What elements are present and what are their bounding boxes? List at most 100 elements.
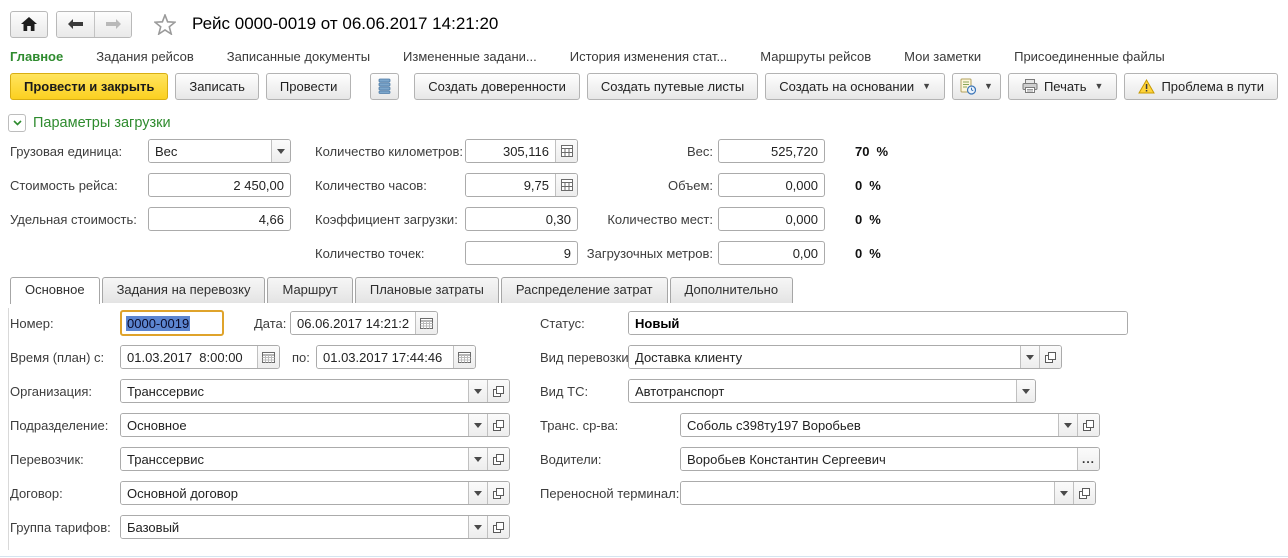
terminal-input[interactable]: [681, 482, 1054, 504]
tariff-group-dropdown-button[interactable]: [468, 516, 487, 538]
chevron-down-icon: [474, 525, 482, 530]
home-button[interactable]: [10, 11, 48, 38]
load-meters-input[interactable]: [718, 241, 825, 265]
weight-input[interactable]: [718, 139, 825, 163]
contract-dropdown-button[interactable]: [468, 482, 487, 504]
kilometers-input[interactable]: [466, 140, 555, 162]
drivers-input[interactable]: [681, 448, 1077, 470]
tariff-group-label: Группа тарифов:: [10, 520, 120, 535]
time-from-input[interactable]: [121, 346, 257, 368]
reminder-button[interactable]: ▼: [952, 73, 1001, 100]
tab-main[interactable]: Основное: [10, 277, 100, 304]
problem-on-route-button[interactable]: Проблема в пути: [1124, 73, 1278, 100]
form-row: Подразделение:: [10, 408, 530, 442]
post-and-close-button[interactable]: Провести и закрыть: [10, 73, 168, 100]
back-button[interactable]: [57, 12, 94, 37]
create-waybills-button[interactable]: Создать путевые листы: [587, 73, 758, 100]
tariff-group-input[interactable]: [121, 516, 468, 538]
carrier-input[interactable]: [121, 448, 468, 470]
vehicles-open-button[interactable]: [1077, 414, 1099, 436]
cargo-unit-dropdown-button[interactable]: [271, 140, 290, 162]
tab-additional[interactable]: Дополнительно: [670, 277, 794, 303]
load-factor-input[interactable]: [465, 207, 578, 231]
time-to-calendar-button[interactable]: [453, 346, 475, 368]
transport-kind-input[interactable]: [629, 346, 1020, 368]
time-to-input[interactable]: [317, 346, 453, 368]
document-movements-button[interactable]: [370, 73, 399, 100]
drivers-select-button[interactable]: ...: [1077, 448, 1099, 470]
terminal-open-button[interactable]: [1073, 482, 1095, 504]
kilometers-calc-button[interactable]: [555, 140, 577, 162]
department-open-button[interactable]: [487, 414, 509, 436]
open-in-window-icon: [1083, 420, 1094, 431]
tariff-group-open-button[interactable]: [487, 516, 509, 538]
carrier-dropdown-button[interactable]: [468, 448, 487, 470]
organization-input[interactable]: [121, 380, 468, 402]
print-button[interactable]: Печать ▼: [1008, 73, 1118, 100]
hours-group: [465, 173, 578, 197]
form-row: Время (план) с: по:: [10, 340, 530, 374]
hours-input[interactable]: [466, 174, 555, 196]
number-selected-text: 0000-0019: [126, 316, 190, 331]
form-row: Группа тарифов:: [10, 510, 530, 544]
number-input[interactable]: 0000-0019: [120, 310, 224, 336]
terminal-dropdown-button[interactable]: [1054, 482, 1073, 504]
tab-cost-allocation[interactable]: Распределение затрат: [501, 277, 668, 303]
post-button[interactable]: Провести: [266, 73, 352, 100]
contract-input[interactable]: [121, 482, 468, 504]
printer-icon: [1022, 79, 1038, 93]
params-row: Стоимость рейса: Количество часов: Объем…: [0, 168, 1288, 202]
collapse-section-button[interactable]: [8, 114, 26, 132]
page-title: Рейс 0000-0019 от 06.06.2017 14:21:20: [192, 14, 498, 34]
favorite-button[interactable]: [154, 14, 176, 35]
menu-item-changed-tasks[interactable]: Измененные задани...: [403, 49, 537, 64]
vehicle-type-label: Вид ТС:: [540, 384, 628, 399]
points-input[interactable]: [465, 241, 578, 265]
menu-item-my-notes[interactable]: Мои заметки: [904, 49, 981, 64]
home-icon: [21, 17, 37, 31]
carrier-label: Перевозчик:: [10, 452, 120, 467]
vehicles-dropdown-button[interactable]: [1058, 414, 1077, 436]
form-row: Вид перевозки:: [540, 340, 1280, 374]
menu-item-main[interactable]: Главное: [10, 49, 63, 64]
time-from-calendar-button[interactable]: [257, 346, 279, 368]
cargo-unit-combobox[interactable]: [148, 139, 291, 163]
vehicle-type-dropdown-button[interactable]: [1016, 380, 1035, 402]
department-input[interactable]: [121, 414, 468, 436]
star-icon: [154, 14, 176, 35]
transport-kind-dropdown-button[interactable]: [1020, 346, 1039, 368]
contract-open-button[interactable]: [487, 482, 509, 504]
nav-history-group: [56, 11, 132, 38]
organization-open-button[interactable]: [487, 380, 509, 402]
create-based-on-button[interactable]: Создать на основании ▼: [765, 73, 945, 100]
places-input[interactable]: [718, 207, 825, 231]
vehicles-input[interactable]: [681, 414, 1058, 436]
tab-planned-costs[interactable]: Плановые затраты: [355, 277, 499, 303]
department-dropdown-button[interactable]: [468, 414, 487, 436]
transport-kind-open-button[interactable]: [1039, 346, 1061, 368]
unit-cost-input[interactable]: [148, 207, 291, 231]
chevron-down-icon: [13, 120, 22, 126]
date-calendar-button[interactable]: [415, 312, 437, 334]
menu-item-recorded-documents[interactable]: Записанные документы: [227, 49, 370, 64]
menu-item-attached-files[interactable]: Присоединенные файлы: [1014, 49, 1165, 64]
cargo-unit-input[interactable]: [149, 140, 271, 162]
hours-calc-button[interactable]: [555, 174, 577, 196]
chevron-down-icon: [474, 457, 482, 462]
trip-cost-input[interactable]: [148, 173, 291, 197]
status-input[interactable]: [629, 312, 1127, 334]
volume-input[interactable]: [718, 173, 825, 197]
forward-button[interactable]: [94, 12, 131, 37]
menu-item-trip-routes[interactable]: Маршруты рейсов: [760, 49, 871, 64]
menu-item-status-history[interactable]: История изменения стат...: [570, 49, 728, 64]
tab-route[interactable]: Маршрут: [267, 277, 352, 303]
organization-dropdown-button[interactable]: [468, 380, 487, 402]
chevron-down-icon: [1026, 355, 1034, 360]
carrier-open-button[interactable]: [487, 448, 509, 470]
create-proxies-button[interactable]: Создать доверенности: [414, 73, 580, 100]
save-button[interactable]: Записать: [175, 73, 259, 100]
tab-transport-tasks[interactable]: Задания на перевозку: [102, 277, 266, 303]
date-input[interactable]: [291, 312, 415, 334]
vehicle-type-input[interactable]: [629, 380, 1016, 402]
menu-item-trip-tasks[interactable]: Задания рейсов: [96, 49, 194, 64]
